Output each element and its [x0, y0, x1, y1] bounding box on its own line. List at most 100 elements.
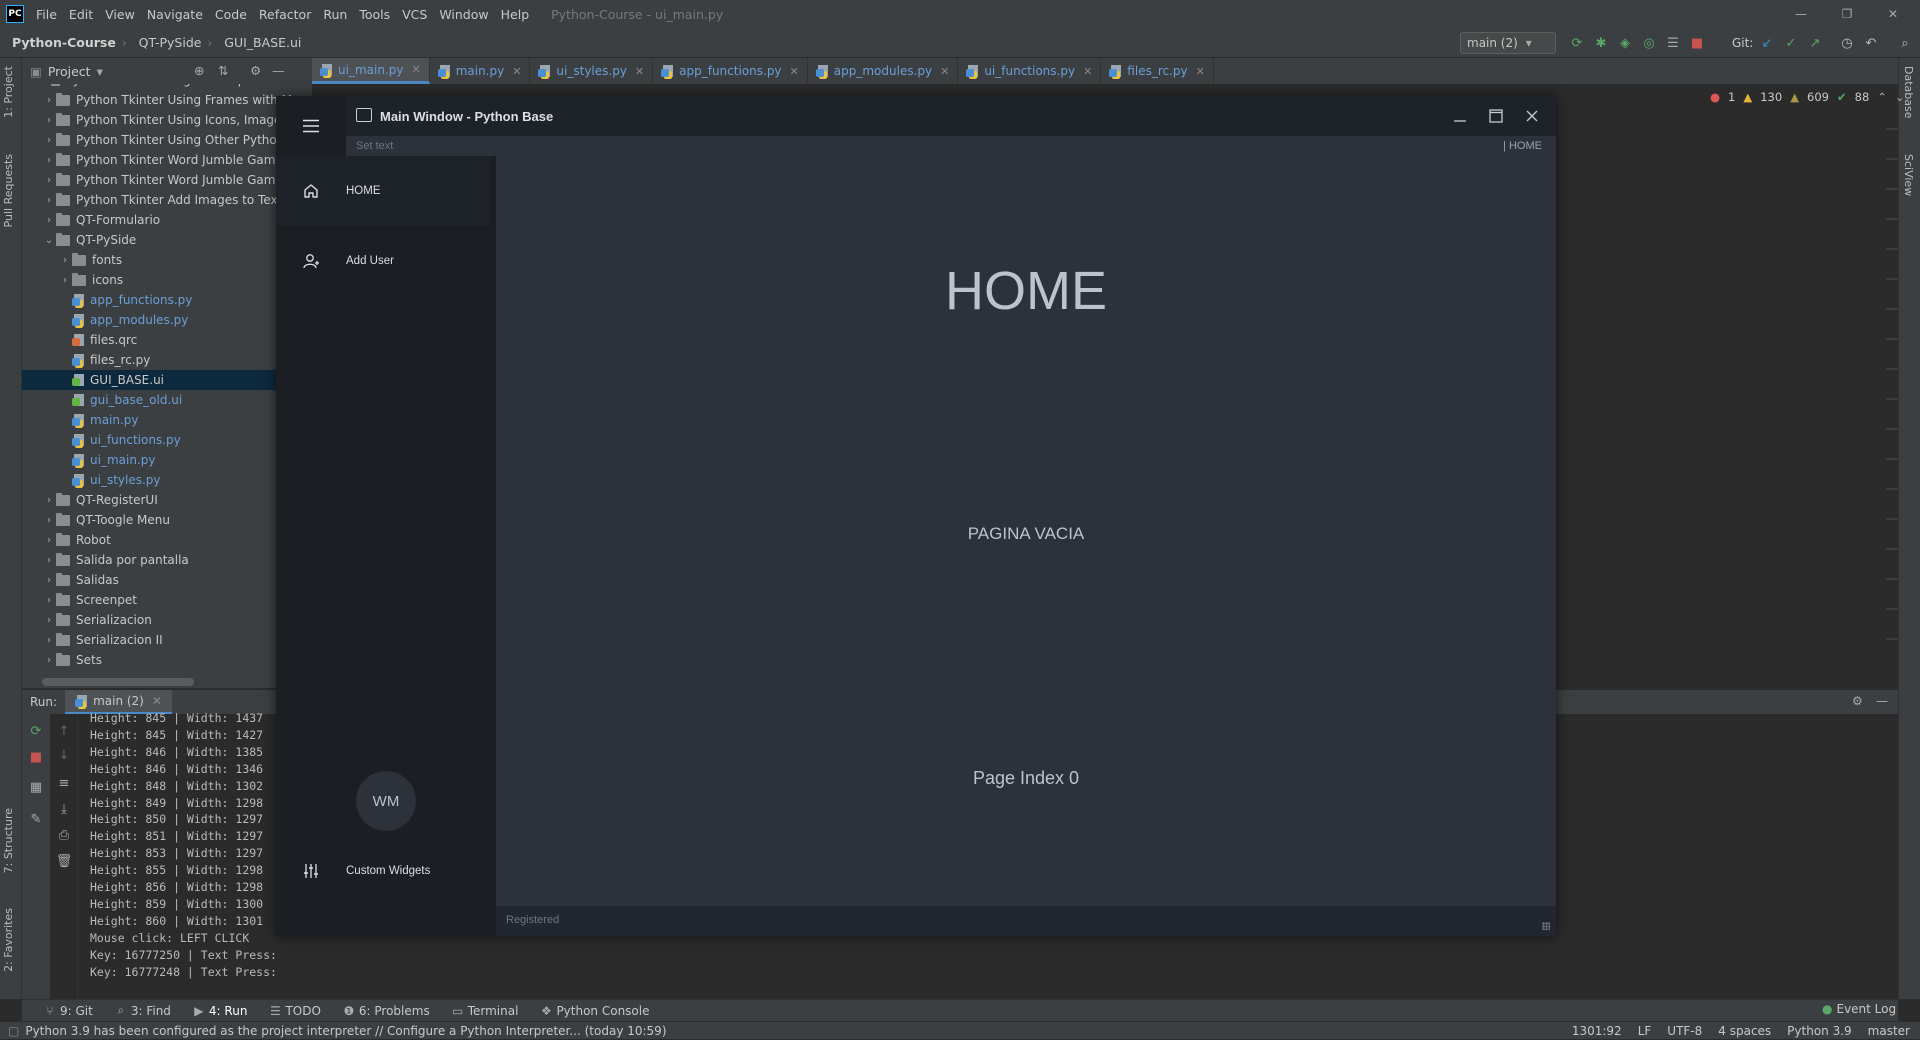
chevron-right-icon[interactable]: ›: [42, 495, 56, 506]
breadcrumb-project[interactable]: Python-Course: [0, 35, 122, 50]
tool-button[interactable]: ▶ 4: Run: [193, 1004, 247, 1018]
tree-item[interactable]: › Serializacion: [22, 610, 312, 630]
chevron-right-icon[interactable]: ›: [42, 115, 56, 126]
chevron-down-icon[interactable]: ⌄: [42, 235, 56, 246]
project-tree-scrollbar[interactable]: [42, 678, 194, 686]
hide-panel-icon[interactable]: —: [272, 63, 285, 78]
menu-help[interactable]: Help: [495, 7, 536, 22]
close-icon[interactable]: ✕: [1083, 65, 1092, 78]
tree-item[interactable]: › Python Tkinter Word Jumble Game II: [22, 170, 312, 190]
git-update-icon[interactable]: ↙: [1758, 34, 1776, 52]
tool-button[interactable]: ⑂ 9: Git: [44, 1004, 92, 1018]
close-icon[interactable]: ✕: [635, 65, 644, 78]
build-icon[interactable]: ☰: [1664, 34, 1682, 52]
tree-item[interactable]: › Python Tkinter Add Images to Text E: [22, 190, 312, 210]
status-item[interactable]: master: [1868, 1024, 1910, 1038]
app-maximize-button[interactable]: [1480, 100, 1512, 132]
app-minimize-button[interactable]: [1444, 100, 1476, 132]
status-item[interactable]: Python 3.9: [1787, 1024, 1852, 1038]
arrow-down-icon[interactable]: ↓: [50, 744, 78, 766]
tree-item[interactable]: GUI_BASE.ui: [22, 370, 312, 390]
editor-tab[interactable]: app_modules.py ✕: [808, 58, 959, 84]
tree-item[interactable]: › Sets: [22, 650, 312, 670]
editor-tab[interactable]: ui_functions.py ✕: [958, 58, 1102, 84]
chevron-right-icon[interactable]: ›: [42, 95, 56, 106]
tool-button[interactable]: ❶ 6: Problems: [343, 1004, 430, 1018]
tree-item[interactable]: ⌄ QT-PySide: [22, 230, 312, 250]
chevron-right-icon[interactable]: ›: [42, 635, 56, 646]
collapse-all-icon[interactable]: ⇅: [218, 63, 228, 78]
status-message[interactable]: Python 3.9 has been configured as the pr…: [25, 1024, 666, 1038]
chevron-right-icon[interactable]: ›: [42, 655, 56, 666]
tool-tab-structure[interactable]: 7: Structure: [2, 808, 15, 873]
rollback-icon[interactable]: ↶: [1862, 34, 1880, 52]
resize-grip-icon[interactable]: [1542, 922, 1550, 930]
coverage-icon[interactable]: ◈: [1616, 34, 1634, 52]
chevron-right-icon[interactable]: ›: [42, 575, 56, 586]
soft-wrap-icon[interactable]: ≡: [50, 772, 78, 794]
chevron-right-icon[interactable]: ›: [42, 555, 56, 566]
search-everywhere-icon[interactable]: ⌕: [1896, 34, 1914, 52]
ide-close-button[interactable]: ✕: [1870, 0, 1916, 28]
status-item[interactable]: 4 spaces: [1718, 1024, 1771, 1038]
tool-button[interactable]: ☰ TODO: [269, 1004, 321, 1018]
tree-item[interactable]: files_rc.py: [22, 350, 312, 370]
editor-tab[interactable]: ui_main.py ✕: [312, 58, 430, 84]
chevron-right-icon[interactable]: ›: [42, 175, 56, 186]
chevron-right-icon[interactable]: ›: [58, 255, 72, 266]
menu-run[interactable]: Run: [317, 7, 353, 22]
pin-icon[interactable]: ✎: [22, 808, 50, 830]
chevron-right-icon[interactable]: ›: [42, 135, 56, 146]
editor-tab[interactable]: main.py ✕: [430, 58, 531, 84]
editor-tab[interactable]: app_functions.py ✕: [653, 58, 808, 84]
tree-item[interactable]: app_modules.py: [22, 310, 312, 330]
trash-icon[interactable]: 🗑: [50, 850, 78, 872]
menu-file[interactable]: File: [30, 7, 63, 22]
tree-item[interactable]: gui_base_old.ui: [22, 390, 312, 410]
tree-item[interactable]: › Screenpet: [22, 590, 312, 610]
close-icon[interactable]: ✕: [790, 65, 799, 78]
tree-item[interactable]: app_functions.py: [22, 290, 312, 310]
user-avatar[interactable]: WM: [356, 771, 416, 831]
gear-icon[interactable]: ⚙: [1852, 694, 1863, 708]
menu-tools[interactable]: Tools: [353, 7, 396, 22]
tree-item[interactable]: ui_styles.py: [22, 470, 312, 490]
menu-vcs[interactable]: VCS: [396, 7, 433, 22]
editor-error-stripe[interactable]: [1886, 100, 1898, 660]
tree-item[interactable]: › QT-Formulario: [22, 210, 312, 230]
gear-icon[interactable]: ⚙: [250, 63, 261, 78]
menu-item-add-user[interactable]: Add User: [276, 226, 496, 296]
rerun-icon[interactable]: ⟳: [1568, 34, 1586, 52]
tool-button[interactable]: ❖ Python Console: [540, 1004, 649, 1018]
menu-refactor[interactable]: Refactor: [253, 7, 317, 22]
close-icon[interactable]: ✕: [512, 65, 521, 78]
tree-item[interactable]: files.qrc: [22, 330, 312, 350]
status-item[interactable]: 1301:92: [1572, 1024, 1622, 1038]
breadcrumb-folder[interactable]: QT-PySide: [127, 35, 208, 50]
profile-icon[interactable]: ◎: [1640, 34, 1658, 52]
status-item[interactable]: UTF-8: [1667, 1024, 1702, 1038]
close-icon[interactable]: ✕: [411, 63, 420, 76]
locate-icon[interactable]: ⊕: [194, 63, 204, 78]
chevron-right-icon[interactable]: ›: [42, 515, 56, 526]
tree-item[interactable]: › Python Tkinter Using Other Python F: [22, 130, 312, 150]
tree-item[interactable]: › Robot: [22, 530, 312, 550]
menu-item-home[interactable]: HOME: [276, 156, 490, 226]
ide-restore-button[interactable]: ❐: [1824, 0, 1870, 28]
tree-item[interactable]: › icons: [22, 270, 312, 290]
chevron-right-icon[interactable]: ›: [42, 595, 56, 606]
app-close-button[interactable]: [1516, 100, 1548, 132]
run-configuration-select[interactable]: main (2) ▾: [1460, 32, 1556, 54]
arrow-up-icon[interactable]: ↑: [50, 720, 78, 742]
breadcrumb-file[interactable]: GUI_BASE.ui: [212, 35, 307, 50]
hide-panel-icon[interactable]: —: [1876, 694, 1888, 708]
ide-minimize-button[interactable]: —: [1778, 0, 1824, 28]
menu-edit[interactable]: Edit: [63, 7, 99, 22]
status-item[interactable]: LF: [1638, 1024, 1652, 1038]
chevron-right-icon[interactable]: ›: [42, 155, 56, 166]
menu-item-custom-widgets[interactable]: Custom Widgets: [276, 836, 496, 906]
stop-icon[interactable]: ■: [1688, 34, 1706, 52]
history-icon[interactable]: ◷: [1838, 34, 1856, 52]
close-icon[interactable]: ✕: [940, 65, 949, 78]
tool-tab-pull-requests[interactable]: Pull Requests: [2, 154, 15, 227]
